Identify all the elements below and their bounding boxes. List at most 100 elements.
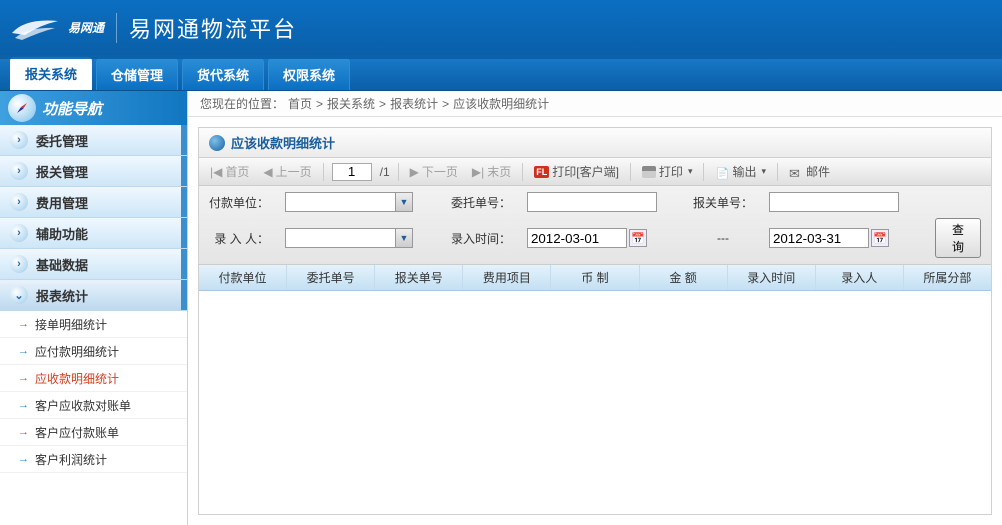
- sidebar-item-label: 报表统计: [36, 286, 88, 305]
- pay-unit-combo[interactable]: ▼: [285, 192, 435, 212]
- btn-label: 邮件: [806, 163, 830, 180]
- page-number-input[interactable]: [332, 163, 372, 181]
- th-pay-unit[interactable]: 付款单位: [199, 265, 287, 290]
- chevron-right-icon: ›: [10, 193, 28, 211]
- logo-area: 易网通: [10, 13, 104, 43]
- first-icon: |◀: [210, 165, 222, 179]
- sidebar-item-basedata[interactable]: ›基础数据: [0, 249, 187, 280]
- arrow-right-icon: →: [18, 453, 29, 465]
- arrow-right-icon: →: [18, 426, 29, 438]
- sidebar-title: 功能导航: [42, 98, 102, 119]
- date-from-wrap: 📅: [527, 228, 677, 248]
- calendar-icon[interactable]: 📅: [871, 229, 889, 247]
- sub-item-payable-detail[interactable]: →应付款明细统计: [0, 338, 187, 365]
- logo-text-small: 易网通: [68, 19, 104, 36]
- btn-label: 输出: [732, 163, 756, 180]
- entry-person-combo[interactable]: ▼: [285, 228, 435, 248]
- toolbar-separator: [777, 163, 778, 181]
- sidebar-item-label: 费用管理: [36, 193, 88, 212]
- content-area: 您现在的位置： 首页> 报关系统> 报表统计> 应该收款明细统计 应该收款明细统…: [188, 91, 1002, 525]
- date-from-input[interactable]: [527, 228, 627, 248]
- toolbar-separator: [323, 163, 324, 181]
- panel-title-text: 应该收款明细统计: [231, 133, 335, 152]
- th-entry-time[interactable]: 录入时间: [728, 265, 816, 290]
- sub-item-label: 应收款明细统计: [35, 370, 119, 387]
- printer-icon: [642, 166, 656, 178]
- btn-label: 首页: [225, 163, 249, 180]
- page-total: /1: [380, 165, 390, 179]
- table-body-empty: [199, 291, 991, 514]
- last-page-button[interactable]: ▶|末页: [469, 161, 514, 182]
- sub-item-customer-profit[interactable]: →客户利润统计: [0, 446, 187, 473]
- next-icon: ▶: [410, 165, 419, 179]
- date-to-input[interactable]: [769, 228, 869, 248]
- th-fee-item[interactable]: 费用项目: [463, 265, 551, 290]
- sidebar-item-label: 辅助功能: [36, 224, 88, 243]
- nav-tab-customs[interactable]: 报关系统: [10, 57, 92, 90]
- entrust-no-input[interactable]: [527, 192, 657, 212]
- entry-person-label: 录 入 人：: [209, 230, 269, 247]
- sidebar-item-reports[interactable]: ⌄ 报表统计: [0, 280, 187, 311]
- date-to-wrap: 📅: [769, 228, 919, 248]
- next-page-button[interactable]: ▶下一页: [407, 161, 461, 182]
- breadcrumb-item[interactable]: 首页: [288, 95, 312, 112]
- customs-no-input[interactable]: [769, 192, 899, 212]
- breadcrumb-item[interactable]: 报表统计: [390, 95, 438, 112]
- sidebar-item-aux[interactable]: › 辅助功能: [0, 218, 187, 249]
- entry-person-input[interactable]: [285, 228, 395, 248]
- chevron-right-icon: ›: [10, 162, 28, 180]
- nav-tabs: 报关系统 仓储管理 货代系统 权限系统: [0, 55, 1002, 91]
- logo-wing-icon: [10, 13, 60, 43]
- arrow-right-icon: →: [18, 345, 29, 357]
- th-entry-person[interactable]: 录入人: [816, 265, 904, 290]
- sub-item-customer-payable[interactable]: → 客户应付款账单: [0, 419, 187, 446]
- th-currency[interactable]: 币 制: [551, 265, 639, 290]
- filter-bar: 付款单位： ▼ 委托单号： 报关单号： 录 入 人： ▼ 录入时间： 📅 ---…: [199, 186, 991, 265]
- btn-label: 上一页: [276, 163, 312, 180]
- btn-label: 下一页: [422, 163, 458, 180]
- sidebar-item-label: 基础数据: [36, 255, 88, 274]
- calendar-icon[interactable]: 📅: [629, 229, 647, 247]
- sub-item-receive-detail[interactable]: →接单明细统计: [0, 311, 187, 338]
- customs-no-label: 报关单号：: [693, 194, 753, 211]
- nav-tab-warehouse[interactable]: 仓储管理: [96, 58, 178, 90]
- btn-label: 打印: [659, 163, 683, 180]
- first-page-button[interactable]: |◀首页: [207, 161, 252, 182]
- dropdown-icon[interactable]: ▼: [395, 228, 413, 248]
- arrow-right-icon: →: [18, 372, 29, 384]
- export-icon: [715, 166, 729, 178]
- sub-item-receivable-detail[interactable]: → 应收款明细统计: [0, 365, 187, 392]
- nav-tab-freight[interactable]: 货代系统: [182, 58, 264, 90]
- dropdown-icon[interactable]: ▼: [395, 192, 413, 212]
- chevron-right-icon: ›: [10, 224, 28, 242]
- print-button[interactable]: 打印: [639, 161, 696, 182]
- entry-time-label: 录入时间：: [451, 230, 511, 247]
- toolbar-separator: [522, 163, 523, 181]
- entrust-no-label: 委托单号：: [451, 194, 511, 211]
- mail-icon: [789, 166, 803, 178]
- th-amount[interactable]: 金 额: [640, 265, 728, 290]
- mail-button[interactable]: 邮件: [786, 161, 833, 182]
- breadcrumb-item[interactable]: 报关系统: [327, 95, 375, 112]
- site-title: 易网通物流平台: [129, 12, 297, 44]
- th-entrust-no[interactable]: 委托单号: [287, 265, 375, 290]
- query-button[interactable]: 查询: [935, 218, 981, 258]
- pay-unit-input[interactable]: [285, 192, 395, 212]
- main-panel: 应该收款明细统计 |◀首页 ◀上一页 /1 ▶下一页 ▶|末页 FL打印[客户端…: [198, 127, 992, 515]
- sidebar-item-entrust[interactable]: › 委托管理: [0, 125, 187, 156]
- prev-page-button[interactable]: ◀上一页: [260, 161, 314, 182]
- th-branch[interactable]: 所属分部: [904, 265, 991, 290]
- chevron-down-icon: ⌄: [10, 286, 28, 304]
- print-client-button[interactable]: FL打印[客户端]: [531, 161, 622, 182]
- btn-label: 打印[客户端]: [552, 163, 619, 180]
- sidebar-item-label: 委托管理: [36, 131, 88, 150]
- breadcrumb: 您现在的位置： 首页> 报关系统> 报表统计> 应该收款明细统计: [188, 91, 1002, 117]
- chevron-right-icon: ›: [10, 131, 28, 149]
- sub-item-customer-receivable[interactable]: →客户应收款对账单: [0, 392, 187, 419]
- nav-tab-permission[interactable]: 权限系统: [268, 58, 350, 90]
- sidebar-item-customs[interactable]: ›报关管理: [0, 156, 187, 187]
- th-customs-no[interactable]: 报关单号: [375, 265, 463, 290]
- sub-item-label: 客户应付款账单: [35, 424, 119, 441]
- sidebar-item-fee[interactable]: › 费用管理: [0, 187, 187, 218]
- export-button[interactable]: 输出: [712, 161, 769, 182]
